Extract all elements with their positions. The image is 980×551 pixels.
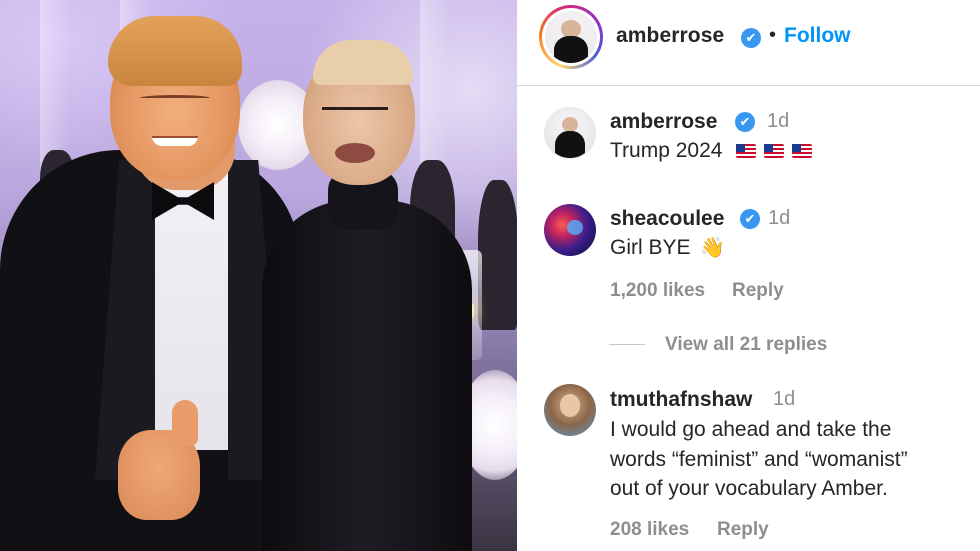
likes-count[interactable]: 208 likes (610, 519, 689, 541)
avatar (545, 11, 597, 63)
us-flag-icon (791, 144, 812, 159)
avatar[interactable] (544, 204, 596, 256)
comment-time: 1d (767, 110, 790, 132)
likes-count[interactable]: 1,200 likes (610, 280, 705, 302)
verified-badge-icon: ✔ (735, 112, 755, 132)
woman-black-dress (262, 200, 472, 551)
comment-text-line: words “feminist” and “womanist” (610, 448, 908, 471)
background-guest (478, 180, 517, 330)
header-separator: • (769, 24, 777, 46)
comment-username[interactable]: sheacoulee (610, 207, 724, 231)
comment-time: 1d (773, 388, 796, 410)
thumb (172, 400, 198, 446)
reply-button[interactable]: Reply (732, 280, 784, 302)
follow-button[interactable]: Follow (784, 24, 851, 48)
comment-time: 1d (768, 207, 791, 229)
replies-divider (609, 344, 645, 345)
verified-badge-icon: ✔ (740, 209, 760, 229)
comment-text: Trump 2024 (610, 136, 812, 166)
avatar[interactable] (544, 384, 596, 436)
verified-badge-icon: ✔ (741, 28, 761, 48)
reply-button[interactable]: Reply (717, 519, 769, 541)
man-hair (108, 16, 242, 86)
comment-username[interactable]: tmuthafnshaw (610, 388, 752, 412)
avatar[interactable] (544, 107, 596, 159)
view-replies-button[interactable]: View all 21 replies (665, 334, 827, 356)
comment-text-line: out of your vocabulary Amber. (610, 477, 888, 500)
waving-hand-icon: 👋 (700, 237, 726, 260)
us-flag-icon (736, 144, 757, 159)
man-smile (152, 136, 198, 146)
woman-eyes (322, 100, 388, 110)
story-ring-avatar[interactable] (539, 5, 603, 69)
man-eyes (140, 95, 210, 101)
us-flag-icon (764, 144, 785, 159)
header-username[interactable]: amberrose (616, 24, 724, 48)
comment-text: Girl BYE 👋 (610, 233, 725, 263)
post-header: amberrose ✔ • Follow (517, 0, 980, 86)
comment-username[interactable]: amberrose (610, 110, 717, 134)
woman-lips (335, 143, 375, 163)
woman-buzzcut (313, 40, 413, 85)
comments-panel: amberrose ✔ • Follow amberrose ✔ 1d Trum… (517, 0, 980, 551)
post-photo (0, 0, 517, 551)
comment-text-line: I would go ahead and take the (610, 418, 892, 441)
